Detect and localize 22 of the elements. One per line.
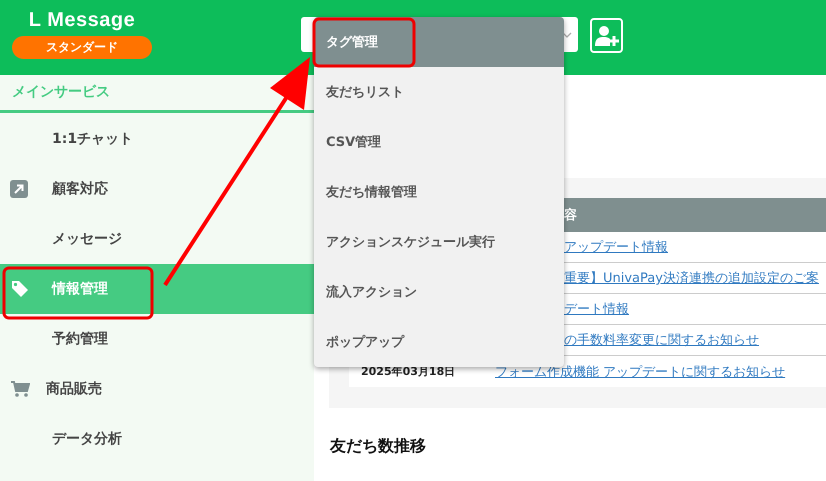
plan-badge: スタンダード — [12, 36, 152, 59]
menu-item[interactable]: タグ管理 — [314, 17, 564, 67]
menu-item[interactable]: CSV管理 — [314, 117, 564, 167]
sidebar-item[interactable]: 予約管理 — [0, 314, 314, 364]
logo: L Message — [28, 9, 136, 32]
menu-item[interactable]: 友だちリスト — [314, 67, 564, 117]
sidebar-item[interactable]: 1:1チャット — [0, 114, 314, 164]
menu-item[interactable]: ポップアップ — [314, 317, 564, 367]
cart-icon — [10, 380, 30, 398]
add-friend-button[interactable] — [590, 18, 623, 53]
tag-icon — [10, 279, 30, 299]
menu-item[interactable]: 友だち情報管理 — [314, 167, 564, 217]
sidebar-item[interactable]: データ分析 — [0, 414, 314, 464]
sidebar-item[interactable]: 顧客対応 — [0, 164, 314, 214]
sidebar-item[interactable]: 商品販売 — [0, 364, 314, 414]
menu-item[interactable]: 流入アクション — [314, 267, 564, 317]
chevron-icon — [562, 32, 572, 38]
section-heading: 友だち数推移 — [330, 436, 427, 457]
add-user-icon — [594, 24, 618, 46]
menu-item[interactable]: アクションスケジュール実行 — [314, 217, 564, 267]
sidebar-item[interactable]: メッセージ — [0, 214, 314, 264]
column-header: 容 — [563, 206, 577, 224]
